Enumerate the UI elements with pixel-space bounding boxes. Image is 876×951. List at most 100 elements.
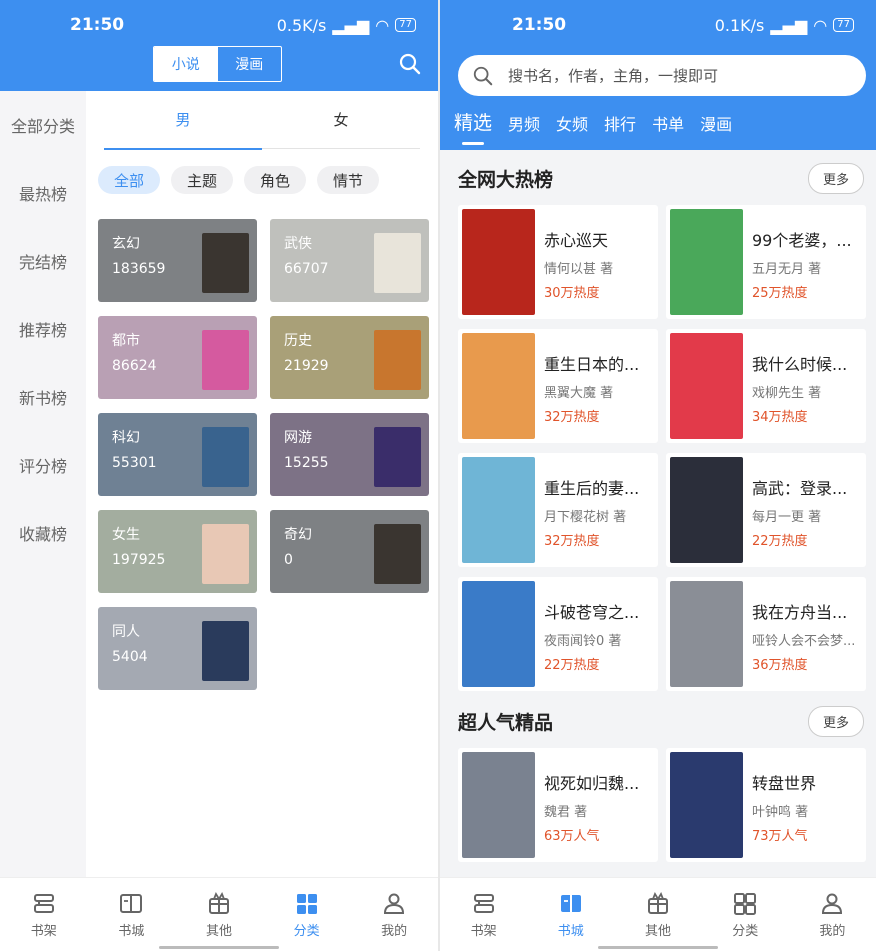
nav-bookstore[interactable]: 书城	[88, 878, 176, 951]
book-title: 高武：登录...	[752, 479, 848, 498]
popular-book-grid: 视死如归魏... 魏君 著 63万人气 转盘世界 叶钟鸣 著 73万人气	[458, 748, 866, 862]
sidebar-item-new[interactable]: 新书榜	[0, 363, 86, 431]
battery-icon: 77	[833, 18, 854, 32]
tab-booklist[interactable]: 书单	[652, 111, 684, 135]
tab-featured[interactable]: 精选	[454, 108, 492, 145]
gift-icon	[648, 891, 668, 914]
book-card[interactable]: 我在方舟当... 哑铃人会不会梦... 36万热度	[666, 577, 866, 691]
grid-icon	[296, 893, 317, 914]
book-cover	[670, 752, 743, 858]
book-heat: 30万热度	[544, 286, 600, 301]
nav-me[interactable]: 我的	[789, 878, 876, 951]
grid-icon	[734, 892, 757, 915]
book-card[interactable]: 重生日本的... 黑翼大魔 著 32万热度	[458, 329, 658, 443]
nav-category[interactable]: 分类	[263, 878, 351, 951]
search-placeholder: 搜书名，作者，主角，一搜即可	[508, 67, 719, 85]
nav-label: 书城	[557, 923, 584, 939]
book-cover	[462, 752, 535, 858]
hot-book-grid: 赤心巡天 情何以甚 著 30万热度 99个老婆，... 五月无月 著 25万热度 重生日本的…	[458, 205, 866, 691]
book-cover	[670, 581, 743, 687]
chip-theme[interactable]: 主题	[171, 166, 234, 194]
book-info: 斗破苍穹之... 夜雨闻铃0 著 22万热度	[544, 581, 654, 687]
book-info: 视死如归魏... 魏君 著 63万人气	[544, 752, 654, 858]
book-card[interactable]: 我什么时候... 戏柳先生 著 34万热度	[666, 329, 866, 443]
category-cover	[374, 427, 421, 487]
nav-bookstore[interactable]: 书城	[527, 878, 614, 951]
section-title: 超人气精品	[458, 711, 554, 734]
sidebar-item-collect[interactable]: 收藏榜	[0, 499, 86, 567]
book-card[interactable]: 视死如归魏... 魏君 著 63万人气	[458, 748, 658, 862]
tab-female[interactable]: 女	[262, 91, 420, 148]
book-heat: 25万热度	[752, 286, 808, 301]
book-info: 99个老婆，... 五月无月 著 25万热度	[752, 209, 862, 315]
book-title: 99个老婆，...	[752, 231, 852, 250]
mode-tab-novel[interactable]: 小说	[154, 47, 218, 81]
nav-label: 书架	[470, 923, 497, 939]
nav-bookshelf[interactable]: 书架	[0, 878, 88, 951]
book-info: 重生日本的... 黑翼大魔 著 32万热度	[544, 333, 654, 439]
user-icon	[384, 893, 405, 914]
home-indicator	[598, 946, 718, 949]
book-icon	[560, 894, 581, 912]
book-title: 我什么时候...	[752, 355, 848, 374]
sidebar-item-recommend[interactable]: 推荐榜	[0, 295, 86, 363]
category-card[interactable]: 奇幻 0	[270, 510, 429, 593]
category-cover	[202, 233, 249, 293]
nav-other[interactable]: 其他	[614, 878, 701, 951]
category-card[interactable]: 都市 86624	[98, 316, 257, 399]
nav-other[interactable]: 其他	[175, 878, 263, 951]
signal-icon: ▂▄▆	[332, 15, 370, 35]
nav-bookshelf[interactable]: 书架	[440, 878, 527, 951]
tab-ranking[interactable]: 排行	[604, 111, 636, 135]
nav-me[interactable]: 我的	[350, 878, 438, 951]
search-input[interactable]: 搜书名，作者，主角，一搜即可	[458, 55, 866, 96]
tab-male[interactable]: 男频	[508, 111, 540, 135]
nav-category[interactable]: 分类	[702, 878, 789, 951]
search-icon[interactable]	[398, 52, 422, 76]
tab-female[interactable]: 女频	[556, 111, 588, 135]
book-cover	[462, 209, 535, 315]
category-card[interactable]: 玄幻 183659	[98, 219, 257, 302]
tab-male[interactable]: 男	[104, 91, 262, 150]
more-button[interactable]: 更多	[807, 162, 864, 194]
category-card[interactable]: 科幻 55301	[98, 413, 257, 496]
mode-tab-comic[interactable]: 漫画	[218, 47, 282, 81]
category-card[interactable]: 女生 197925	[98, 510, 257, 593]
book-card[interactable]: 斗破苍穹之... 夜雨闻铃0 著 22万热度	[458, 577, 658, 691]
book-title: 重生后的妻...	[544, 479, 640, 498]
book-info: 转盘世界 叶钟鸣 著 73万人气	[752, 752, 862, 858]
book-card[interactable]: 高武：登录... 每月一更 著 22万热度	[666, 453, 866, 567]
chip-all[interactable]: 全部	[98, 166, 161, 194]
book-cover	[670, 209, 743, 315]
sidebar-item-all[interactable]: 全部分类	[0, 91, 86, 159]
chip-role[interactable]: 角色	[244, 166, 307, 194]
category-card[interactable]: 历史 21929	[270, 316, 429, 399]
rank-sidebar: 全部分类 最热榜 完结榜 推荐榜 新书榜 评分榜 收藏榜	[0, 91, 86, 877]
status-time: 21:50	[70, 15, 125, 35]
book-cover	[670, 457, 743, 563]
book-card[interactable]: 99个老婆，... 五月无月 著 25万热度	[666, 205, 866, 319]
book-heat: 22万热度	[752, 534, 808, 549]
book-card[interactable]: 重生后的妻... 月下樱花树 著 32万热度	[458, 453, 658, 567]
book-cover	[670, 333, 743, 439]
sidebar-item-finished[interactable]: 完结榜	[0, 227, 86, 295]
bookshelf-icon	[33, 893, 54, 913]
user-icon	[822, 893, 843, 914]
book-heat: 63万人气	[544, 829, 600, 844]
more-button[interactable]: 更多	[807, 705, 864, 737]
book-card[interactable]: 转盘世界 叶钟鸣 著 73万人气	[666, 748, 866, 862]
category-panel: 男 女 全部 主题 角色 情节 玄幻 183659 武侠 66707 都市 86624 历史…	[86, 91, 438, 877]
chip-plot[interactable]: 情节	[317, 166, 380, 194]
sidebar-item-score[interactable]: 评分榜	[0, 431, 86, 499]
book-heat: 73万人气	[752, 829, 808, 844]
sidebar-item-hot[interactable]: 最热榜	[0, 159, 86, 227]
category-card[interactable]: 网游 15255	[270, 413, 429, 496]
category-card[interactable]: 同人 5404	[98, 607, 257, 690]
nav-label: 书城	[118, 923, 145, 939]
category-card[interactable]: 武侠 66707	[270, 219, 429, 302]
book-author: 情何以甚 著	[544, 262, 614, 277]
gift-icon	[208, 891, 229, 914]
tab-comic[interactable]: 漫画	[700, 111, 732, 135]
book-icon	[120, 893, 143, 913]
book-card[interactable]: 赤心巡天 情何以甚 著 30万热度	[458, 205, 658, 319]
